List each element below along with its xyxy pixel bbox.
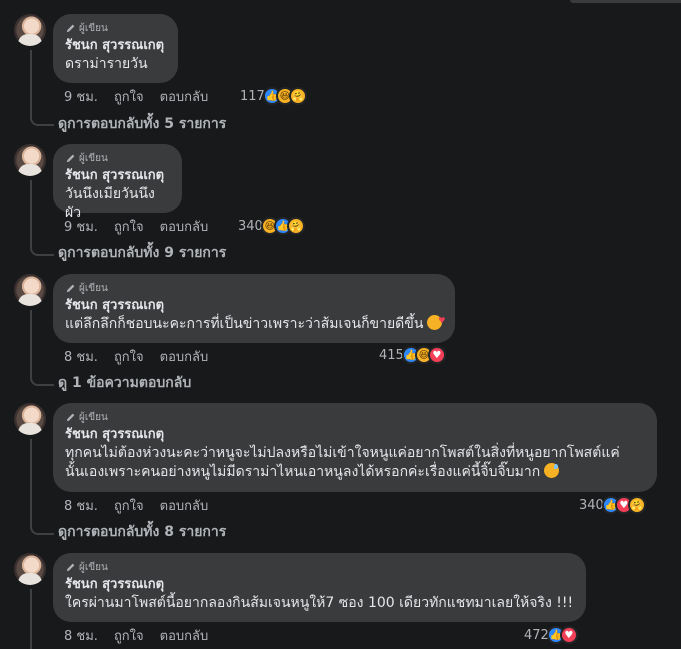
comment-text-line: นั้นเองเพราะคนอย่างหนูไม่มีดราม่าไหนเอาห… [65, 464, 541, 480]
reaction-summary[interactable]: 340 😆 👍 🤗 [238, 216, 305, 236]
author-badge: ผู้เขียน [65, 560, 574, 574]
comment-text-line: ทุกคนไม่ต้องห่วงนะคะว่าหนูจะไม่ปลงหรือไม… [65, 445, 620, 461]
reaction-count: 340 [579, 497, 604, 513]
comment-time[interactable]: 8 ชม. [64, 495, 98, 516]
comment-time[interactable]: 9 ชม. [64, 86, 98, 107]
comment-actions: 8 ชม. ถูกใจ ตอบกลับ [64, 496, 208, 514]
thread-line [30, 589, 32, 649]
comment-text: นั้นเองเพราะคนอย่างหนูไม่มีดราม่าไหนเอาห… [65, 463, 645, 482]
thread-line [30, 310, 32, 374]
avatar[interactable] [14, 553, 46, 585]
comment-bubble: ผู้เขียน รัชนก สุวรรณเกตุ ใครผ่านมาโพสต์… [53, 553, 586, 622]
like-button[interactable]: ถูกใจ [114, 346, 144, 367]
reply-button[interactable]: ตอบกลับ [160, 495, 209, 516]
comment-time[interactable]: 9 ชม. [64, 216, 98, 237]
reply-button[interactable]: ตอบกลับ [160, 216, 209, 237]
avatar[interactable] [14, 403, 46, 435]
like-button[interactable]: ถูกใจ [114, 216, 144, 237]
love-icon: ♥ [427, 346, 446, 364]
comment-actions: 8 ชม. ถูกใจ ตอบกลับ [64, 347, 208, 365]
view-replies-link[interactable]: ดูการตอบกลับทั้ง 9 รายการ [58, 243, 226, 263]
thread-line [30, 439, 32, 523]
comment-time[interactable]: 8 ชม. [64, 625, 98, 646]
reaction-count: 340 [238, 218, 263, 234]
care-icon: 🤗 [286, 217, 305, 235]
pencil-icon [66, 154, 75, 162]
commenter-name[interactable]: รัชนก สุวรรณเกตุ [65, 297, 443, 315]
thread-elbow [30, 523, 54, 535]
reaction-summary[interactable]: 415 👍 😆 ♥ [379, 345, 446, 365]
thread-line [30, 180, 32, 244]
author-badge: ผู้เขียน [65, 151, 170, 165]
thread-elbow [30, 244, 54, 256]
author-badge-label: ผู้เขียน [79, 411, 108, 423]
comment-text: ใครผ่านมาโพสต์นี้อยากลองกินส้มเจนหนูให้7… [65, 595, 574, 611]
reaction-count: 472 [524, 627, 549, 643]
care-icon: 🤗 [627, 496, 646, 514]
like-button[interactable]: ถูกใจ [114, 86, 144, 107]
thread-elbow [30, 114, 54, 126]
author-badge-label: ผู้เขียน [79, 152, 108, 164]
view-replies-link[interactable]: ดูการตอบกลับทั้ง 5 รายการ [58, 114, 226, 134]
author-badge-label: ผู้เขียน [79, 282, 108, 294]
reaction-count: 117 [240, 88, 265, 104]
comment-actions: 8 ชม. ถูกใจ ตอบกลับ [64, 626, 208, 644]
reply-button[interactable]: ตอบกลับ [160, 625, 209, 646]
comment-text-line: แต่ลึกลึกก็ชอบนะคะการที่เป็นข่าวเพราะว่า… [65, 316, 424, 332]
comment-text: ดราม่ารายวัน [65, 56, 148, 72]
reaction-summary[interactable]: 117 👍 😆 🤗 [240, 86, 307, 106]
reaction-summary[interactable]: 340 👍 ♥ 🤗 [579, 495, 646, 515]
comment-bubble: ผู้เขียน รัชนก สุวรรณเกตุ ดราม่ารายวัน [53, 14, 178, 83]
smiling-hearts-emoji-icon [427, 311, 445, 330]
author-badge: ผู้เขียน [65, 281, 443, 295]
like-button[interactable]: ถูกใจ [114, 495, 144, 516]
author-badge-label: ผู้เขียน [79, 561, 108, 573]
avatar[interactable] [14, 274, 46, 306]
comment-actions: 9 ชม. ถูกใจ ตอบกลับ [64, 217, 208, 235]
pencil-icon [66, 284, 75, 292]
view-replies-link[interactable]: ดูการตอบกลับทั้ง 8 รายการ [58, 522, 226, 542]
care-icon: 🤗 [288, 87, 307, 105]
reaction-count: 415 [379, 347, 404, 363]
author-badge: ผู้เขียน [65, 410, 645, 424]
comment-bubble: ผู้เขียน รัชนก สุวรรณเกตุ วันนึงเมียวันน… [53, 144, 182, 221]
view-replies-link[interactable]: ดู 1 ข้อความตอบกลับ [58, 373, 191, 393]
commenter-name[interactable]: รัชนก สุวรรณเกตุ [65, 426, 645, 444]
thread-line [30, 50, 32, 114]
comment-text: แต่ลึกลึกก็ชอบนะคะการที่เป็นข่าวเพราะว่า… [65, 311, 445, 334]
comment-bubble: ผู้เขียน รัชนก สุวรรณเกตุ ทุกคนไม่ต้องห่… [53, 403, 657, 492]
scroll-edge [570, 0, 681, 3]
author-badge-label: ผู้เขียน [79, 22, 108, 34]
avatar[interactable] [14, 14, 46, 46]
pencil-icon [66, 563, 75, 571]
reply-button[interactable]: ตอบกลับ [160, 86, 209, 107]
comment-bubble: ผู้เขียน รัชนก สุวรรณเกตุ แต่ลึกลึกก็ชอบ… [53, 274, 455, 343]
commenter-name[interactable]: รัชนก สุวรรณเกตุ [65, 167, 170, 185]
love-icon: ♥ [559, 626, 578, 644]
commenter-name[interactable]: รัชนก สุวรรณเกตุ [65, 37, 166, 55]
author-badge: ผู้เขียน [65, 21, 166, 35]
avatar[interactable] [14, 144, 46, 176]
commenter-name[interactable]: รัชนก สุวรรณเกตุ [65, 576, 574, 594]
pencil-icon [66, 24, 75, 32]
comment-time[interactable]: 8 ชม. [64, 346, 98, 367]
reaction-summary[interactable]: 472 👍 ♥ [524, 625, 578, 645]
reply-button[interactable]: ตอบกลับ [160, 346, 209, 367]
pencil-icon [66, 413, 75, 421]
like-button[interactable]: ถูกใจ [114, 625, 144, 646]
thread-elbow [30, 374, 54, 386]
comment-actions: 9 ชม. ถูกใจ ตอบกลับ [64, 87, 208, 105]
sweat-smile-emoji-icon [544, 463, 560, 478]
